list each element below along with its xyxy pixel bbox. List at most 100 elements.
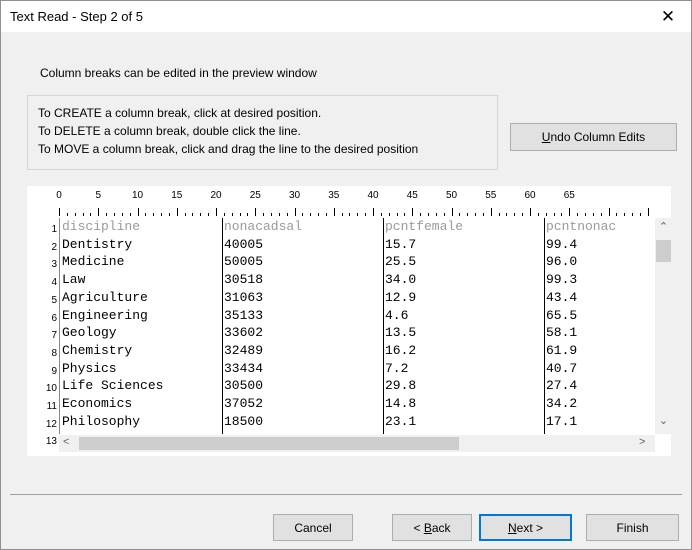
data-cell: 27.4 [546,378,578,394]
ruler-tick [153,213,155,216]
ruler-label: 10 [131,190,144,201]
ruler-tick [545,213,547,216]
data-cell: 99.3 [546,272,578,288]
ruler-tick [74,213,76,216]
ruler-tick [553,213,555,216]
data-cell: 34.0 [385,272,417,288]
data-cell: Agriculture [62,289,148,305]
data-cell: 96.0 [546,254,578,270]
help-line-create: To CREATE a column break, click at desir… [38,106,322,120]
close-icon[interactable]: ✕ [645,1,691,32]
row-number: 2 [51,241,57,253]
ruler-tick [514,213,516,216]
ruler-tick [184,213,186,216]
data-cell: 61.9 [546,342,578,358]
ruler-tick [66,213,68,216]
ruler-tick [357,213,359,216]
ruler-tick [192,213,194,216]
data-cell: Medicine [62,254,125,270]
data-cell: 99.4 [546,236,578,252]
vertical-scrollbar[interactable]: ⌃ ⌄ [655,218,672,434]
ruler-tick [427,213,429,216]
data-cell: Physics [62,360,117,376]
ruler-tick [380,213,382,216]
data-preview-area[interactable]: discipline nonacadsal pcntfemale pcntnonac D… [59,218,656,434]
data-cell: Economics [62,396,133,411]
back-label: ack [431,520,451,535]
ruler-tick [632,213,634,216]
scroll-left-icon[interactable]: < [63,436,69,448]
header-cell: nonacadsal [224,219,303,234]
ruler-tick [577,213,579,216]
data-cell: 25.5 [385,254,417,270]
ruler-tick [255,208,257,216]
horizontal-scroll-thumb[interactable] [79,437,459,450]
row-number: 9 [51,365,57,377]
ruler-tick [412,208,414,216]
ruler-tick [113,213,115,216]
ruler-tick [482,213,484,216]
data-cell: 33602 [224,325,264,341]
data-cell: 50005 [224,254,264,270]
instruction-text: Column breaks can be edited in the previ… [40,66,317,80]
ruler-tick [176,208,178,216]
ruler-tick [59,208,60,216]
column-break-line[interactable] [383,218,384,434]
ruler-tick [451,208,453,216]
ruler-tick [388,213,390,216]
ruler-tick [373,208,374,216]
row-number: 11 [46,401,57,412]
next-button[interactable]: Next > [479,514,572,541]
ruler-tick [592,213,594,216]
row-number: 5 [51,294,57,306]
data-cell: 37052 [224,396,264,411]
data-cell: 7.2 [385,360,409,376]
horizontal-scrollbar[interactable]: < > [59,435,655,452]
undo-column-edits-button[interactable]: Undo Column Edits [510,123,677,151]
ruler-tick [600,213,602,216]
ruler-tick [522,213,524,216]
back-button[interactable]: < Back [392,514,472,541]
row-number: 7 [51,330,57,342]
column-break-line[interactable] [544,218,545,434]
ruler-tick [404,213,406,216]
ruler-tick [569,208,571,216]
help-groupbox: To CREATE a column break, click at desir… [27,95,498,170]
ruler-tick [286,213,288,216]
window-title: Text Read - Step 2 of 5 [10,9,143,24]
cancel-button[interactable]: Cancel [273,514,353,541]
next-label: ext > [516,520,544,535]
column-break-line[interactable] [222,218,223,434]
row-number: 10 [45,383,57,395]
ruler-tick [216,208,217,216]
scroll-up-icon[interactable]: ⌃ [655,220,672,233]
data-cell: 33434 [224,360,264,376]
vertical-scroll-thumb[interactable] [656,240,671,262]
ruler-tick [475,213,477,216]
ruler-tick [82,213,84,216]
data-cell: 32489 [224,342,264,358]
data-cell: Philosophy [62,413,141,429]
ruler-tick [223,213,225,216]
text-read-dialog: Text Read - Step 2 of 5 ✕ Column breaks … [0,0,692,550]
data-cell: 15.7 [385,236,417,252]
ruler-tick [294,208,296,216]
ruler-tick [90,213,92,216]
data-cell: 14.8 [385,396,417,411]
ruler-tick [247,213,249,216]
finish-button[interactable]: Finish [586,514,679,541]
ruler-tick [341,213,343,216]
scroll-right-icon[interactable]: > [639,436,645,448]
ruler-tick [137,208,139,216]
ruler-tick [310,213,312,216]
scroll-down-icon[interactable]: ⌄ [655,414,672,427]
data-cell: 65.5 [546,307,578,323]
row-number: 3 [51,259,57,271]
ruler-tick [490,208,492,216]
row-number: 6 [51,312,57,324]
column-ruler[interactable]: 0 5 10 15 20 25 30 35 40 45 50 55 60 65 [56,186,671,216]
ruler-tick [443,213,445,216]
preview-window[interactable]: 0 5 10 15 20 25 30 35 40 45 50 55 60 65 1 2 3 4 5 6 7 8 9 10 11… [27,186,672,456]
ruler-tick [639,213,641,216]
ruler-tick [98,208,100,216]
